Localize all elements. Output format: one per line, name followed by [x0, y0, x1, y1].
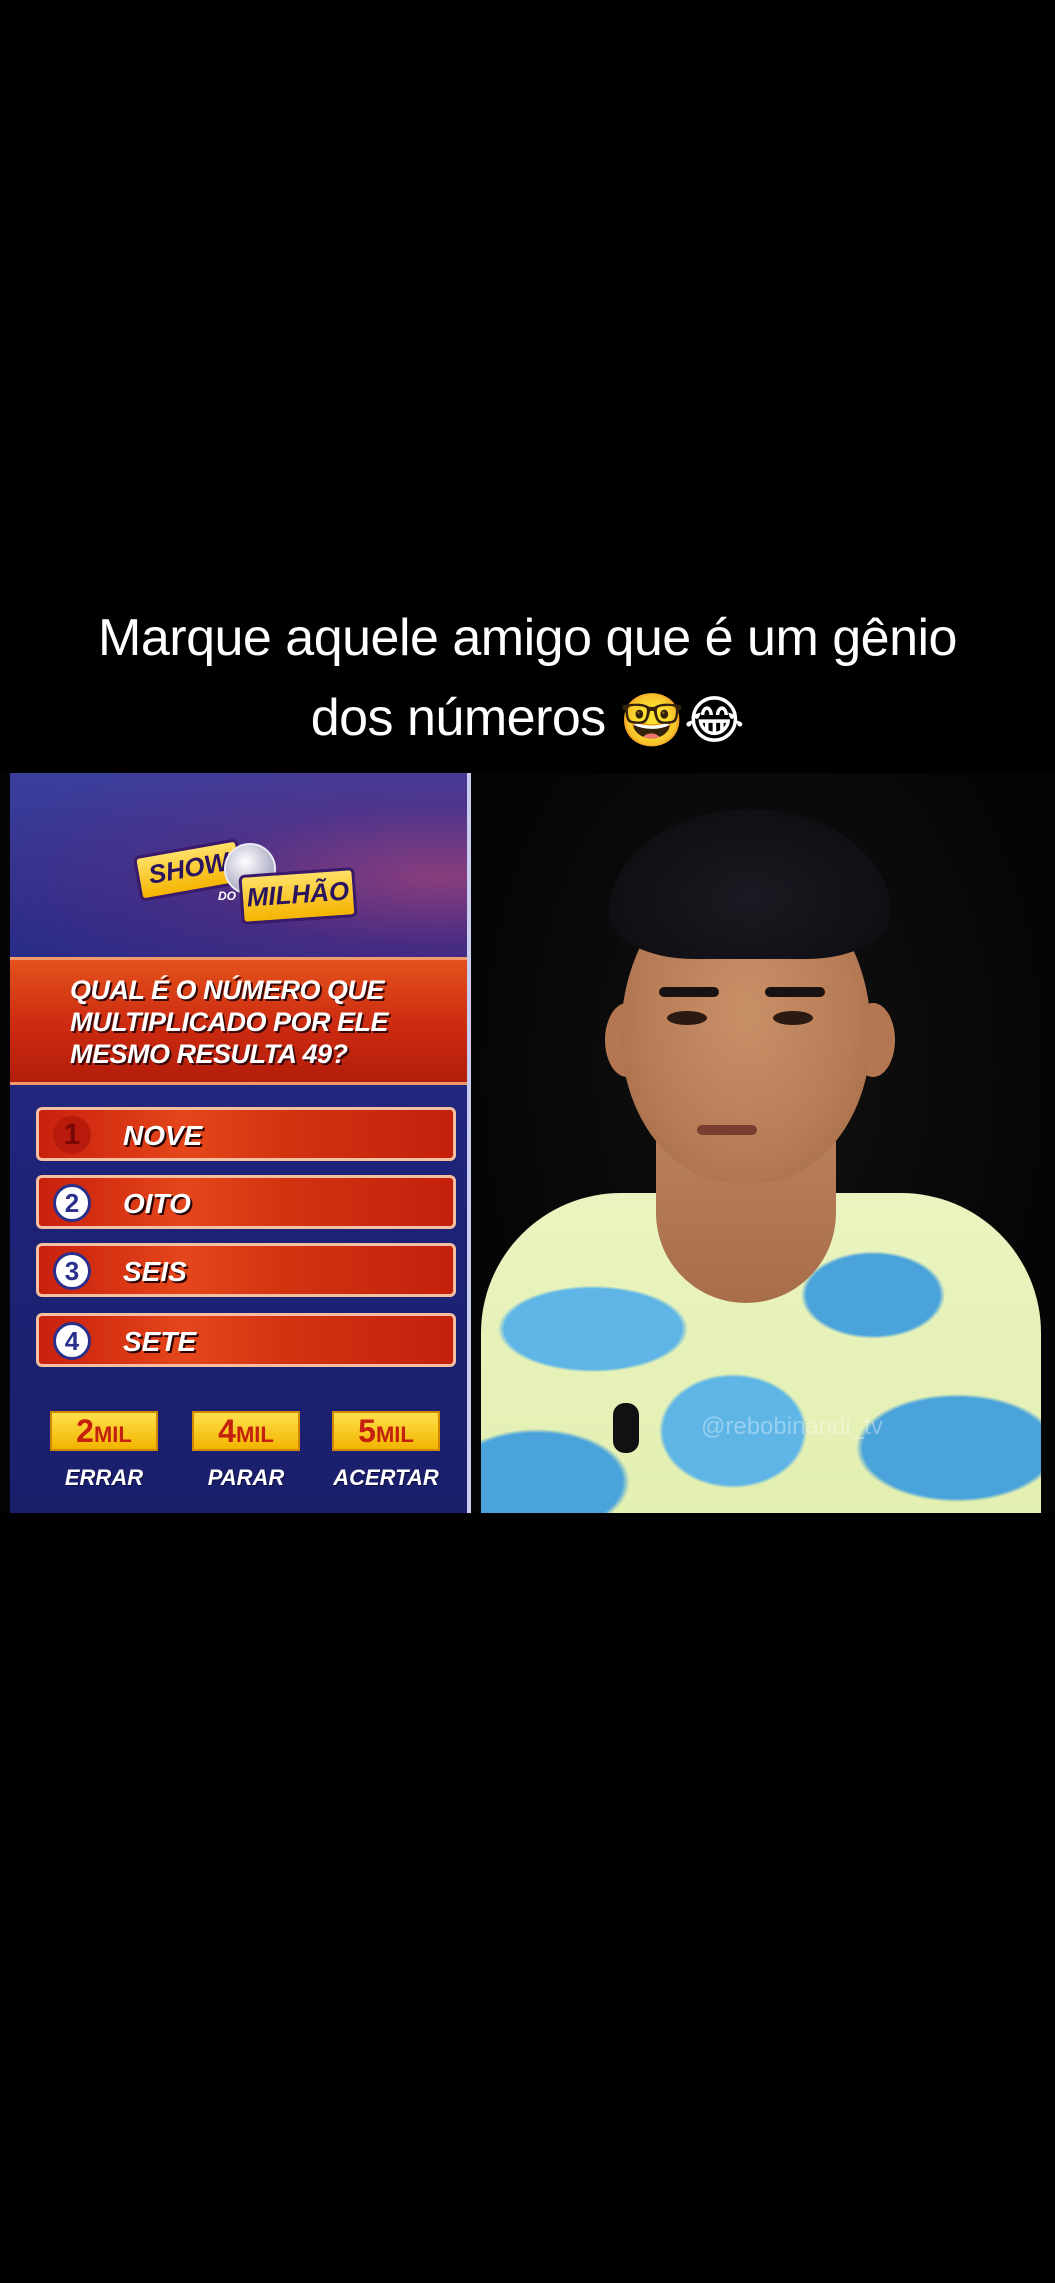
prize-amount-parar: 4MIL: [192, 1411, 300, 1451]
prize-acertar: 5MIL: [332, 1411, 440, 1455]
contestant-brow-right: [765, 987, 825, 997]
contestant-brow-left: [659, 987, 719, 997]
prize-unit-acertar: MIL: [375, 1422, 414, 1447]
answer-option-3[interactable]: 3 SEIS: [36, 1243, 456, 1297]
option-label-3: SEIS: [123, 1256, 187, 1287]
watermark: @rebobinandi_tv: [701, 1413, 883, 1440]
post-caption: Marque aquele amigo que é um gênio dos n…: [60, 598, 995, 761]
answer-option-4[interactable]: 4 SETE: [36, 1313, 456, 1367]
prize-amount-errar: 2MIL: [50, 1411, 158, 1451]
prize-parar: 4MIL: [192, 1411, 300, 1455]
question-box: QUAL É O NÚMERO QUE MULTIPLICADO POR ELE…: [10, 957, 467, 1085]
option-number-1: 1: [53, 1116, 91, 1154]
game-panel: SHOW DO MILHÃO QUAL É O NÚMERO QUE MULTI…: [10, 773, 471, 1513]
answer-option-1[interactable]: 1 NOVE: [36, 1107, 456, 1161]
contestant-hair: [609, 809, 891, 959]
caption-line-2-wrap: dos números 🤓😂: [60, 678, 995, 761]
answer-option-2[interactable]: 2 OITO: [36, 1175, 456, 1229]
logo-mini-text: DO: [218, 889, 236, 903]
contestant-eye-left: [667, 1011, 707, 1025]
option-label-4: SETE: [123, 1326, 197, 1357]
prize-label-parar: PARAR: [207, 1465, 285, 1490]
caption-line-2: dos números: [310, 689, 607, 747]
contestant-mouth: [697, 1125, 757, 1135]
prize-value-parar: 4: [218, 1413, 236, 1449]
option-label-2: OITO: [123, 1188, 191, 1219]
option-number-3: 3: [53, 1252, 91, 1290]
question-text: QUAL É O NÚMERO QUE MULTIPLICADO POR ELE…: [70, 975, 389, 1069]
contestant-image: @rebobinandi_tv: [471, 773, 1055, 1513]
logo-bottom-text: MILHÃO: [238, 867, 358, 925]
emoji-icon: 🤓😂: [619, 692, 745, 751]
contestant-eye-right: [773, 1011, 813, 1025]
prize-label-errar: ERRAR: [64, 1465, 144, 1490]
lapel-microphone-icon: [613, 1403, 639, 1453]
prize-label-acertar: ACERTAR: [333, 1465, 439, 1490]
video-frame[interactable]: SHOW DO MILHÃO QUAL É O NÚMERO QUE MULTI…: [0, 773, 1055, 1513]
prize-unit-parar: MIL: [235, 1422, 274, 1447]
caption-line-1: Marque aquele amigo que é um gênio: [98, 609, 957, 667]
show-do-milhao-logo: SHOW DO MILHÃO: [132, 838, 358, 929]
option-number-4: 4: [53, 1322, 91, 1360]
option-label-1: NOVE: [123, 1120, 203, 1151]
prize-value-errar: 2: [76, 1413, 94, 1449]
prize-amount-acertar: 5MIL: [332, 1411, 440, 1451]
prize-value-acertar: 5: [358, 1413, 376, 1449]
prize-unit-errar: MIL: [93, 1422, 132, 1447]
prize-errar: 2MIL: [50, 1411, 158, 1455]
option-number-2: 2: [53, 1184, 91, 1222]
